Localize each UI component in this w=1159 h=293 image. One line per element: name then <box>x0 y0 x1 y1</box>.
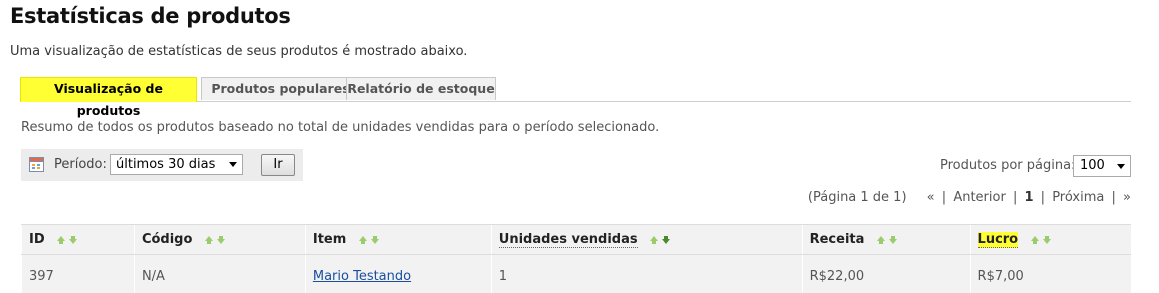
last-page-link[interactable]: » <box>1123 190 1131 205</box>
current-page: 1 <box>1024 190 1033 205</box>
per-page-select[interactable]: 100 <box>1073 155 1131 177</box>
tab-visualizacao-produtos[interactable]: Visualização de produtos <box>20 77 197 102</box>
chevron-down-icon <box>229 162 237 167</box>
sort-arrows-icon[interactable] <box>1031 232 1053 247</box>
chevron-down-icon <box>1117 164 1125 169</box>
previous-page-link[interactable]: Anterior <box>953 190 1005 205</box>
column-header-code[interactable]: Código <box>134 225 305 255</box>
cell-id: 397 <box>22 255 135 293</box>
sort-arrows-icon[interactable] <box>205 232 227 247</box>
sort-arrows-icon[interactable] <box>650 232 672 247</box>
page-title: Estatísticas de produtos <box>10 4 291 28</box>
sort-arrows-icon[interactable] <box>877 232 899 247</box>
column-header-id[interactable]: ID <box>22 225 135 255</box>
period-label: Período: <box>54 157 107 172</box>
tab-bar: Visualização de produtos Produtos popula… <box>20 77 1131 102</box>
cell-item: Mario Testando <box>305 255 491 293</box>
calendar-icon[interactable] <box>29 157 44 172</box>
cell-profit: R$7,00 <box>970 255 1131 293</box>
table-header-row: ID Código Item Unidades vendidas <box>22 225 1132 255</box>
table-row: 397 N/A Mario Testando 1 R$22,00 R$7,00 <box>22 255 1132 293</box>
column-header-units-sold[interactable]: Unidades vendidas <box>491 225 802 255</box>
product-stats-table: ID Código Item Unidades vendidas <box>21 224 1131 293</box>
period-filter: Período: últimos 30 dias Ir <box>21 149 303 181</box>
tab-produtos-populares[interactable]: Produtos populares <box>201 77 360 100</box>
pagination-separator: | <box>939 190 949 205</box>
pagination-separator: | <box>1109 190 1119 205</box>
cell-code: N/A <box>134 255 305 293</box>
pagination-separator: | <box>1010 190 1020 205</box>
cell-revenue: R$22,00 <box>802 255 970 293</box>
tab-relatorio-estoque[interactable]: Relatório de estoque <box>346 77 496 100</box>
column-header-revenue[interactable]: Receita <box>802 225 970 255</box>
column-header-profit[interactable]: Lucro <box>970 225 1131 255</box>
go-button[interactable]: Ir <box>261 154 295 176</box>
per-page-label: Produtos por página: <box>940 158 1075 173</box>
sort-arrows-icon[interactable] <box>359 232 381 247</box>
summary-text: Resumo de todos os produtos baseado no t… <box>21 120 659 135</box>
next-page-link[interactable]: Próxima <box>1052 190 1104 205</box>
sort-arrows-icon[interactable] <box>57 232 79 247</box>
pagination-info: (Página 1 de 1) <box>808 190 907 205</box>
period-select[interactable]: últimos 30 dias <box>110 154 243 175</box>
column-header-item[interactable]: Item <box>305 225 491 255</box>
first-page-link[interactable]: « <box>927 190 935 205</box>
pagination: (Página 1 de 1) « | Anterior | 1 | Próxi… <box>808 190 1131 205</box>
product-link[interactable]: Mario Testando <box>313 269 411 284</box>
pagination-separator: | <box>1038 190 1048 205</box>
cell-units-sold: 1 <box>491 255 802 293</box>
period-selected-value: últimos 30 dias <box>116 157 215 172</box>
page-intro: Uma visualização de estatísticas de seus… <box>10 44 467 59</box>
per-page-selected-value: 100 <box>1080 158 1105 173</box>
